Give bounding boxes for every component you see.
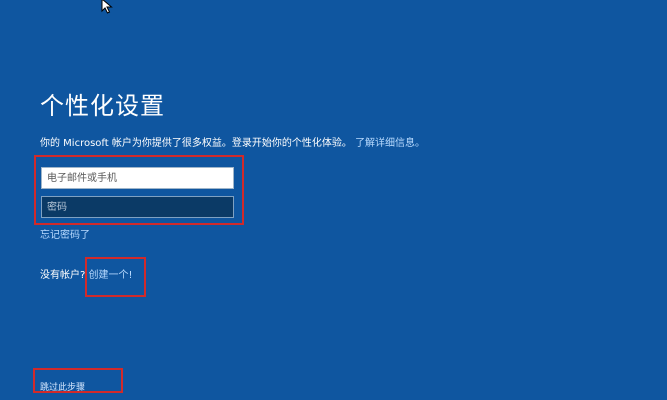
red-annotation-box-create-account	[85, 257, 146, 297]
mouse-cursor-icon	[101, 0, 113, 14]
red-annotation-box-skip-step	[33, 368, 123, 393]
red-annotation-box-login-fields	[34, 155, 244, 225]
page-title: 个性化设置	[40, 92, 165, 120]
forgot-password-link[interactable]: 忘记密码了	[40, 226, 90, 241]
no-account-label: 没有帐户?	[40, 270, 86, 281]
subtitle-text: 你的 Microsoft 帐户为你提供了很多权益。登录开始你的个性化体验。	[40, 138, 352, 149]
page-subtitle: 你的 Microsoft 帐户为你提供了很多权益。登录开始你的个性化体验。 了解…	[40, 134, 425, 149]
learn-more-link[interactable]: 了解详细信息。	[355, 138, 425, 149]
